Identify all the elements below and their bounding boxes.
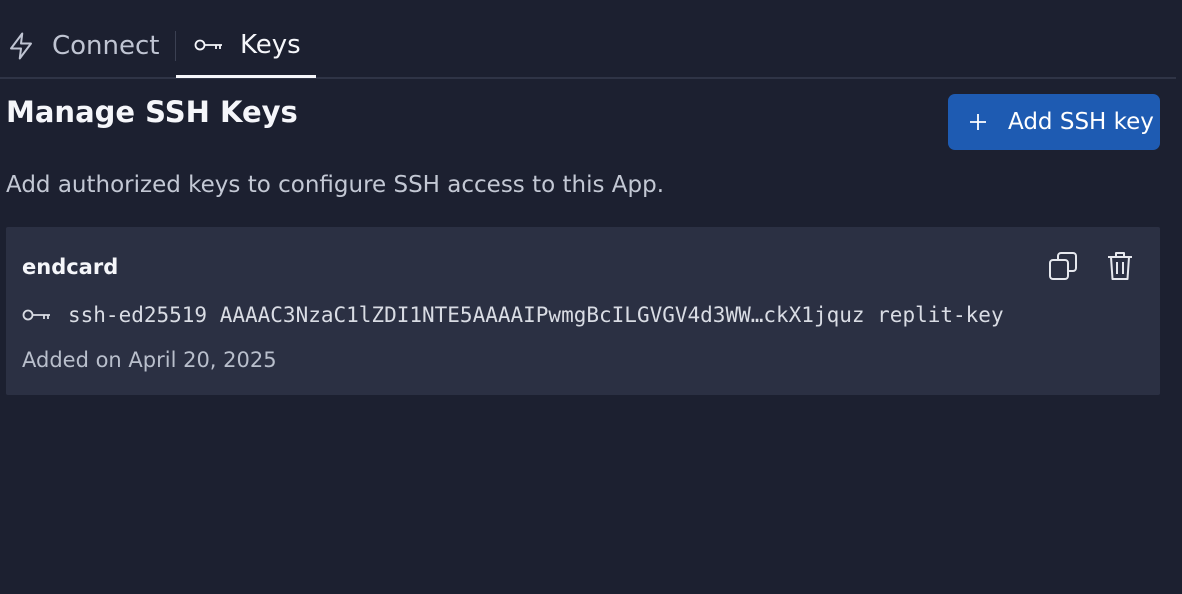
delete-key-button[interactable] [1103, 251, 1137, 285]
ssh-key-card: endcard ssh-ed25519 AAAAC3NzaC1lZDI1NTE5… [6, 227, 1160, 395]
public-key-row: ssh-ed25519 AAAAC3NzaC1lZDI1NTE5AAAAIPwm… [22, 303, 1154, 327]
key-name: endcard [22, 255, 119, 279]
tab-connect-label: Connect [52, 31, 160, 61]
key-added-date: Added on April 20, 2025 [22, 348, 277, 372]
page-title: Manage SSH Keys [6, 95, 298, 129]
tab-keys[interactable]: Keys [176, 14, 316, 78]
add-ssh-key-label: Add SSH key [1008, 109, 1154, 135]
tab-connect[interactable]: Connect [6, 14, 160, 78]
copy-icon [1047, 250, 1079, 286]
lightning-icon [6, 31, 36, 61]
page-description: Add authorized keys to configure SSH acc… [6, 172, 665, 198]
key-icon [194, 37, 224, 53]
public-key-text: ssh-ed25519 AAAAC3NzaC1lZDI1NTE5AAAAIPwm… [68, 303, 1004, 327]
plus-icon [968, 112, 988, 132]
key-icon [22, 307, 52, 323]
tab-bar: Connect Keys [0, 0, 1176, 79]
trash-icon [1105, 250, 1135, 286]
tab-keys-label: Keys [240, 29, 301, 60]
copy-key-button[interactable] [1046, 251, 1080, 285]
add-ssh-key-button[interactable]: Add SSH key [948, 94, 1160, 150]
